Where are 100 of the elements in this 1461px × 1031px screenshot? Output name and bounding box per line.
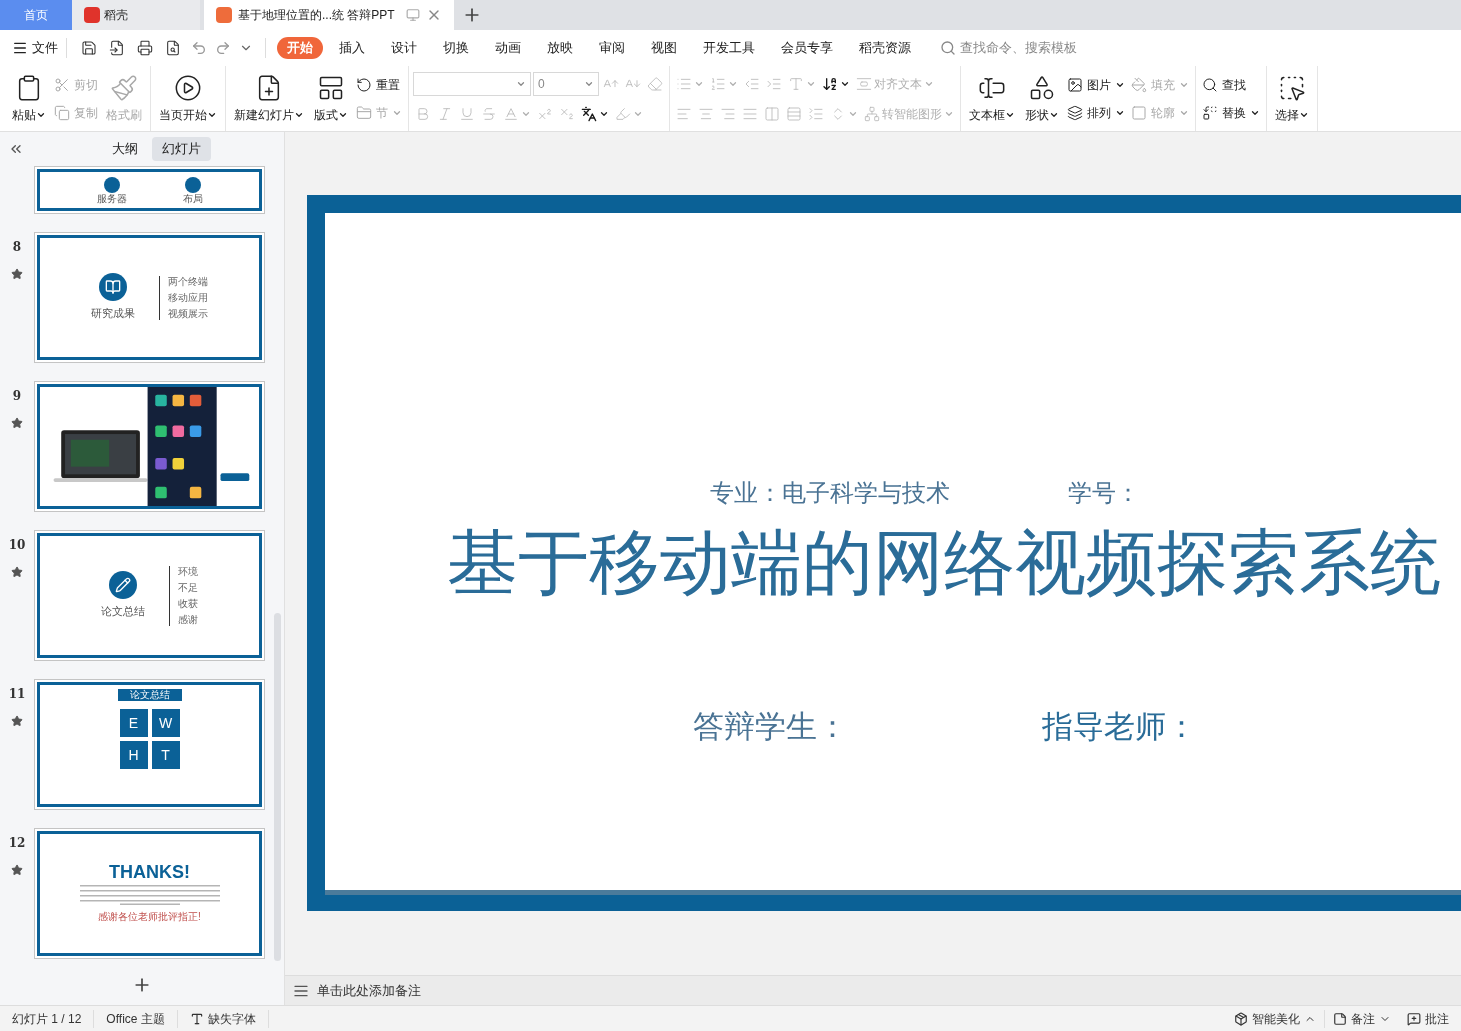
- slide-heading: THANKS!: [109, 863, 190, 881]
- note-icon: [1333, 1011, 1347, 1026]
- save-icon[interactable]: [81, 40, 97, 56]
- image-icon: [1067, 76, 1083, 93]
- ribbon-button[interactable]: 形状: [1021, 66, 1063, 131]
- slide-thumbnail[interactable]: 论文总结 环境 不足 收获 感谢: [34, 530, 265, 661]
- preview-icon[interactable]: [165, 40, 181, 56]
- scissors-icon: [54, 76, 70, 93]
- font-size-field[interactable]: 0: [533, 71, 599, 96]
- ribbon-button[interactable]: 文本框: [965, 66, 1019, 131]
- slide-thumbnail[interactable]: 研究成果 两个终端 移动应用 视频展示: [34, 232, 265, 363]
- ribbon-button[interactable]: 替换: [1200, 100, 1262, 125]
- cube-icon: [1234, 1011, 1248, 1026]
- outline-icon: [1131, 104, 1147, 121]
- command-search-field[interactable]: 查找命令、搜索模板: [940, 38, 1077, 58]
- letter-tile: H: [119, 741, 148, 769]
- missing-fonts-button[interactable]: 缺失字体: [177, 1009, 269, 1028]
- slide-number: 9: [12, 388, 22, 405]
- timeline-item: 视频展示: [168, 307, 208, 320]
- ribbon-button[interactable]: 粘贴: [8, 66, 50, 131]
- ribbon-button[interactable]: 图片: [1065, 72, 1127, 97]
- timeline-item: 移动应用: [168, 291, 208, 304]
- layers-icon: [1067, 104, 1083, 121]
- timeline-item: 两个终端: [168, 275, 208, 288]
- ribbon-button[interactable]: 选择: [1271, 66, 1313, 131]
- letter-tile: T: [151, 741, 180, 769]
- notes-button[interactable]: 备注: [1324, 1009, 1399, 1028]
- smart-art-icon: [864, 105, 880, 122]
- font-icon: [189, 1011, 204, 1026]
- slide-heading: 论文总结: [101, 604, 145, 620]
- timeline-item: 感谢: [178, 613, 198, 626]
- timeline-item: 不足: [178, 581, 198, 594]
- advisor-label: 指导老师：: [1042, 707, 1197, 746]
- book-icon: [99, 273, 127, 302]
- print-icon[interactable]: [137, 40, 153, 56]
- slide-thumbnail[interactable]: 服务器 布局: [34, 166, 265, 214]
- ribbon-tab[interactable]: 设计: [381, 37, 427, 59]
- slide-title: 基于移动端的网络视频探索系统: [447, 520, 1441, 606]
- ribbon-button[interactable]: 版式: [310, 66, 352, 131]
- slide-text: 感谢各位老师批评指正!: [98, 910, 201, 924]
- slide-counter: 幻灯片 1 / 12: [12, 1009, 95, 1028]
- document-tab[interactable]: 稻壳: [72, 0, 200, 30]
- beautify-button[interactable]: 智能美化: [1226, 1009, 1324, 1028]
- letter-tile: E: [119, 709, 148, 737]
- panel-tab[interactable]: 大纲: [102, 137, 148, 161]
- slide-number: 10: [8, 537, 26, 554]
- scrollbar[interactable]: [273, 613, 281, 961]
- major-text: 专业：电子科学与技术: [710, 478, 950, 509]
- ribbon-button[interactable]: 排列: [1065, 100, 1127, 125]
- notes-field[interactable]: 单击此处添加备注: [285, 975, 1461, 1005]
- play-icon: [174, 73, 202, 102]
- student-id-label: 学号：: [1068, 478, 1140, 509]
- ribbon-tab[interactable]: 放映: [537, 37, 583, 59]
- ribbon-tab[interactable]: 动画: [485, 37, 531, 59]
- redo-icon[interactable]: [215, 40, 231, 56]
- ribbon-button[interactable]: 新建幻灯片: [230, 66, 308, 131]
- ribbon-tab[interactable]: 会员专享: [771, 37, 843, 59]
- menu-icon: [12, 40, 28, 56]
- slide-thumbnail[interactable]: THANKS! 感谢各位老师批评指正!: [34, 828, 265, 959]
- slide-text: 布局: [182, 193, 203, 204]
- align-text-icon: [856, 75, 872, 92]
- ribbon-tab[interactable]: 开发工具: [693, 37, 765, 59]
- ribbon-tab[interactable]: 切换: [433, 37, 479, 59]
- file-menu[interactable]: 文件: [12, 38, 58, 58]
- presentation-icon: [216, 7, 232, 23]
- slide-icon: [103, 177, 120, 193]
- search-icon: [940, 40, 956, 56]
- comment-icon: [1407, 1011, 1421, 1026]
- ribbon-button[interactable]: 重置: [354, 72, 404, 97]
- font-name-field[interactable]: [413, 71, 531, 96]
- slide-number: 11: [8, 686, 26, 703]
- ribbon-tab[interactable]: 插入: [329, 37, 375, 59]
- section-icon: [356, 104, 372, 121]
- undo-icon[interactable]: [191, 40, 207, 56]
- timeline-item: 环境: [178, 565, 198, 578]
- shapes-icon: [1028, 73, 1056, 102]
- letter-tile: W: [151, 709, 180, 737]
- ribbon-button[interactable]: 查找: [1200, 72, 1262, 97]
- reset-icon: [356, 76, 372, 93]
- slide-heading: 论文总结: [117, 689, 182, 701]
- paintbrush-icon: [110, 73, 138, 102]
- slide-heading: 研究成果: [91, 306, 135, 322]
- export-icon[interactable]: [109, 40, 125, 56]
- panel-tab[interactable]: 幻灯片: [152, 137, 211, 161]
- ribbon-tab[interactable]: 稻壳资源: [849, 37, 921, 59]
- ribbon-button[interactable]: 当页开始: [155, 66, 221, 131]
- slide-thumbnail[interactable]: 论文总结 E W H T: [34, 679, 265, 810]
- search-icon: [1202, 76, 1218, 93]
- theme-name: Office 主题: [94, 1009, 178, 1028]
- student-label: 答辩学生：: [693, 707, 848, 746]
- copy-icon: [54, 104, 70, 121]
- comments-button[interactable]: 批注: [1399, 1009, 1449, 1028]
- replace-icon: [1202, 104, 1218, 121]
- slide-icon: [184, 177, 201, 193]
- document-tab[interactable]: 基于地理位置的...统 答辩PPT: [204, 0, 454, 30]
- ribbon-tab[interactable]: 视图: [641, 37, 687, 59]
- pencil-icon: [109, 571, 137, 600]
- slide-text: 服务器: [96, 193, 127, 204]
- paint-bucket-icon: [1131, 76, 1147, 93]
- ribbon-tab[interactable]: 审阅: [589, 37, 635, 59]
